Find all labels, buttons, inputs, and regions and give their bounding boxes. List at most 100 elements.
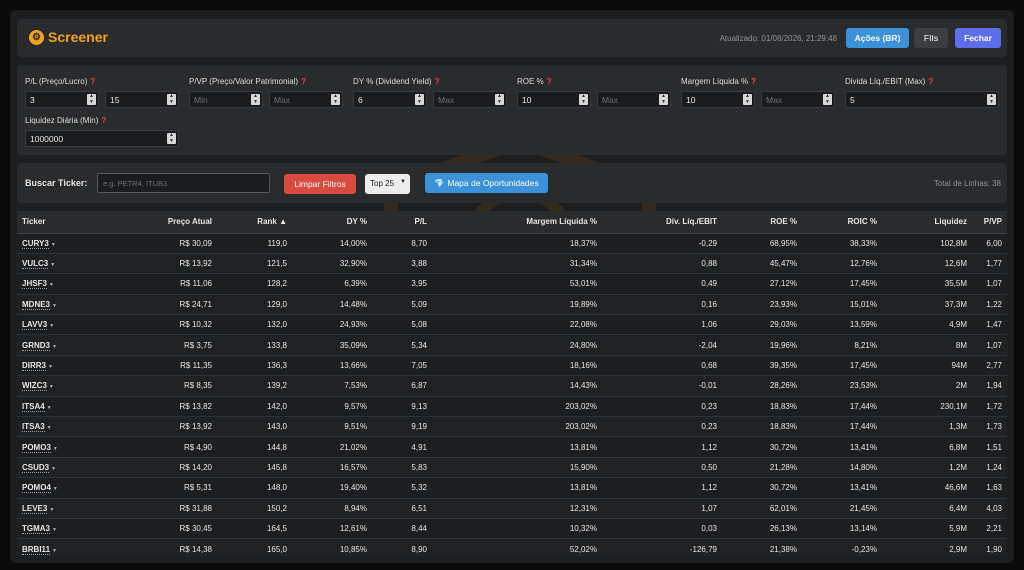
table-cell: 9,19 [372,416,432,438]
table-row[interactable]: POMO3 ▼ R$ 4,90 144,8 21,02% 4,91 13,81% 1,12 30… [17,436,1007,458]
help-icon[interactable]: ? [90,77,95,86]
roe-min-input[interactable]: 10 ▲ ▼ [517,91,591,108]
table-row[interactable]: LEVE3 ▼ R$ 31,88 150,2 8,94% 6,51 12,31% 1,07 62… [17,498,1007,519]
help-icon[interactable]: ? [435,77,440,86]
ticker-link[interactable]: POMO3 [22,442,51,453]
table-row[interactable]: BRBI11 ▼ R$ 14,38 165,0 10,85% 8,90 52,02% -126… [17,538,1007,556]
table-cell: 142,0 [217,396,292,418]
column-header[interactable]: P/VP [972,211,1007,234]
stepper-icon[interactable]: ▲ ▼ [331,93,340,105]
ticker-link[interactable]: POMO4 [22,483,51,494]
stepper-icon[interactable]: ▲ ▼ [659,93,668,105]
help-icon[interactable]: ? [301,77,306,86]
chevron-down-icon[interactable]: ▼ [49,323,54,329]
column-header[interactable]: Preço Atual [107,211,217,234]
table-row[interactable]: MDNE3 ▼ R$ 24,71 129,0 14,48% 5,09 19,89% 0,16 2… [17,294,1007,316]
stepper-icon[interactable]: ▲ ▼ [167,132,176,144]
ticker-link[interactable]: MDNE3 [22,299,51,310]
column-header[interactable]: ROIC % [802,211,882,234]
chevron-down-icon[interactable]: ▼ [52,344,57,350]
stepper-icon[interactable]: ▲ ▼ [823,93,832,105]
help-icon[interactable]: ? [547,77,552,86]
top-n-select[interactable]: Top 25 ▼ [365,174,410,194]
table-row[interactable]: VULC3 ▼ R$ 13,92 121,5 32,90% 3,88 31,34% 0,88 4… [17,253,1007,275]
table-row[interactable]: GRND3 ▼ R$ 3,75 133,8 35,09% 5,34 24,80% -2,04 1… [17,334,1007,356]
chevron-down-icon[interactable]: ▼ [52,303,57,309]
ticker-link[interactable]: CSUD3 [22,462,50,473]
chevron-down-icon[interactable]: ▼ [47,405,52,411]
chevron-down-icon[interactable]: ▼ [51,466,56,472]
stepper-icon[interactable]: ▲ ▼ [251,93,260,105]
dy-max-input[interactable]: Max ▲ ▼ [433,91,507,108]
chevron-down-icon[interactable]: ▼ [48,364,53,370]
acoes-br-button[interactable]: Ações (BR) [846,28,909,48]
ticker-search-input[interactable]: e.g. PETR4, ITUB3 [97,173,270,193]
chevron-down-icon[interactable]: ▼ [49,384,54,390]
table-row[interactable]: LAVV3 ▼ R$ 10,32 132,0 24,93% 5,08 22,08% 1,06 2… [17,314,1007,336]
stepper-icon[interactable]: ▲ ▼ [495,93,504,105]
column-header[interactable]: Liquidez [882,211,972,234]
help-icon[interactable]: ? [751,77,756,86]
dy-min-input[interactable]: 6 ▲ ▼ [353,91,427,108]
column-header[interactable]: P/L [372,211,432,234]
ticker-link[interactable]: WIZC3 [22,381,47,392]
opportunity-map-button[interactable]: 💎 Mapa de Oportunidades [425,173,548,193]
column-header[interactable]: Rank ▲ [217,211,292,234]
chevron-down-icon[interactable]: ▼ [47,425,52,431]
column-header[interactable]: ROE % [722,211,802,234]
pl-min-input[interactable]: 3 ▲ ▼ [25,91,99,108]
chevron-down-icon[interactable]: ▼ [53,446,58,452]
ticker-link[interactable]: VULC3 [22,259,49,270]
table-row[interactable]: TGMA3 ▼ R$ 30,45 164,5 12,61% 8,44 10,32% 0,03 2… [17,518,1007,540]
roe-max-input[interactable]: Max ▲ ▼ [597,91,671,108]
ticker-link[interactable]: ITSA3 [22,422,45,433]
stepper-icon[interactable]: ▲ ▼ [987,93,996,105]
chevron-down-icon[interactable]: ▼ [52,548,57,554]
ticker-link[interactable]: LAVV3 [22,320,48,331]
table-cell: -0,29 [602,233,722,254]
chevron-down-icon[interactable]: ▼ [50,262,55,268]
table-row[interactable]: CURY3 ▼ R$ 30,09 119,0 14,00% 8,70 18,37% -0,29… [17,233,1007,254]
help-icon[interactable]: ? [101,116,106,125]
liquidez-min-input[interactable]: 1000000 ▲ ▼ [25,130,179,147]
fiis-button[interactable]: FIIs [914,28,948,48]
column-header[interactable]: Dív. Líq./EBIT [602,211,722,234]
ticker-link[interactable]: LEVE3 [22,503,48,514]
stepper-icon[interactable]: ▲ ▼ [167,93,176,105]
table-row[interactable]: ITSA3 ▼ R$ 13,92 143,0 9,51% 9,19 203,02% 0,23 1… [17,416,1007,438]
table-row[interactable]: POMO4 ▼ R$ 5,31 148,0 19,40% 5,32 13,81% 1,12 30… [17,477,1007,499]
ticker-link[interactable]: CURY3 [22,238,49,249]
pvp-max-input[interactable]: Max ▲ ▼ [269,91,343,108]
ticker-link[interactable]: JHSF3 [22,279,47,290]
stepper-icon[interactable]: ▲ ▼ [415,93,424,105]
stepper-icon[interactable]: ▲ ▼ [743,93,752,105]
column-header[interactable]: Ticker [17,211,107,234]
ticker-link[interactable]: BRBI11 [22,544,51,555]
pl-max-input[interactable]: 15 ▲ ▼ [105,91,179,108]
chevron-down-icon[interactable]: ▼ [52,527,57,533]
stepper-icon[interactable]: ▲ ▼ [87,93,96,105]
clear-filters-button[interactable]: Limpar Filtros [284,174,356,194]
ticker-link[interactable]: ITSA4 [22,401,45,412]
help-icon[interactable]: ? [928,77,933,86]
divida-max-input[interactable]: 5 ▲ ▼ [845,91,999,108]
chevron-down-icon[interactable]: ▼ [49,282,54,288]
table-row[interactable]: JHSF3 ▼ R$ 11,06 128,2 6,39% 3,95 53,01% 0,49 27… [17,273,1007,295]
chevron-down-icon[interactable]: ▼ [53,486,58,492]
margem-min-input[interactable]: 10 ▲ ▼ [681,91,755,108]
ticker-link[interactable]: DIRR3 [22,361,47,372]
table-row[interactable]: ITSA4 ▼ R$ 13,82 142,0 9,57% 9,13 203,02% 0,23 1… [17,396,1007,418]
chevron-down-icon[interactable]: ▼ [49,507,54,513]
ticker-link[interactable]: GRND3 [22,340,51,351]
table-row[interactable]: CSUD3 ▼ R$ 14,20 145,8 16,57% 5,83 15,90% 0,50 2… [17,457,1007,479]
table-row[interactable]: DIRR3 ▼ R$ 11,35 136,3 13,66% 7,05 18,16% 0,68 3… [17,355,1007,377]
column-header[interactable]: Margem Líquida % [432,211,602,234]
stepper-icon[interactable]: ▲ ▼ [579,93,588,105]
ticker-link[interactable]: TGMA3 [22,524,50,535]
close-button[interactable]: Fechar [955,28,1001,48]
table-row[interactable]: WIZC3 ▼ R$ 8,35 139,2 7,53% 6,87 14,43% -0,01 28… [17,375,1007,397]
pvp-min-input[interactable]: Min ▲ ▼ [189,91,263,108]
chevron-down-icon[interactable]: ▼ [51,242,56,248]
margem-max-input[interactable]: Max ▲ ▼ [761,91,835,108]
column-header[interactable]: DY % [292,211,372,234]
